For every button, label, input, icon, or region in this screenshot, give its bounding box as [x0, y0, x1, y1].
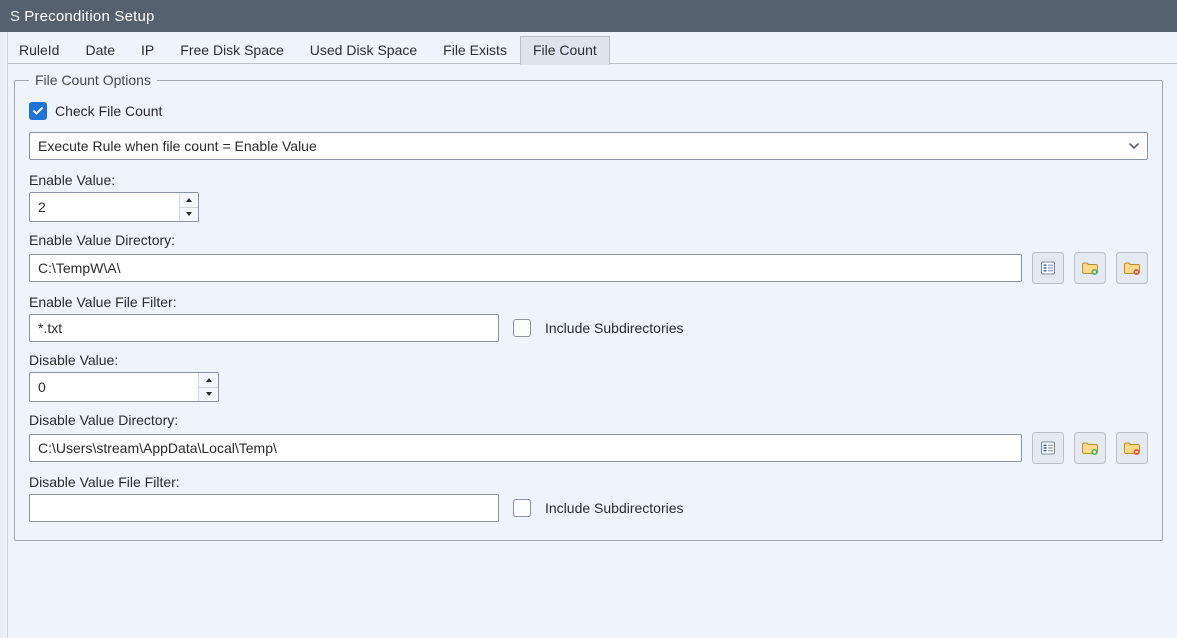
disable-dir-folder-remove-button[interactable] [1116, 432, 1148, 464]
enable-value-block: Enable Value: [29, 172, 1148, 222]
enable-value-stepper[interactable] [29, 192, 199, 222]
disable-value-spin-buttons [198, 373, 218, 401]
folder-remove-icon [1123, 440, 1141, 456]
tab-label: File Count [533, 42, 597, 58]
disable-dir-block: Disable Value Directory: [29, 412, 1148, 464]
disable-filter-block: Disable Value File Filter: Include Subdi… [29, 474, 1148, 522]
tab-label: Free Disk Space [180, 42, 283, 58]
disable-include-sub-checkbox[interactable] [513, 499, 531, 517]
tab-label: RuleId [19, 42, 59, 58]
window: S Precondition Setup RuleId Date IP Free Di… [0, 0, 1177, 638]
tab-ip[interactable]: IP [128, 36, 167, 64]
tab-date[interactable]: Date [72, 36, 128, 64]
titlebar-cut-glyph: S [10, 8, 20, 25]
disable-value-spin-down[interactable] [199, 388, 218, 402]
enable-filter-row: Include Subdirectories [29, 314, 1148, 342]
check-file-count-label: Check File Count [55, 103, 162, 119]
disable-dir-label: Disable Value Directory: [29, 412, 1148, 428]
tab-file-count[interactable]: File Count [520, 36, 610, 65]
disable-dir-row [29, 432, 1148, 464]
disable-value-label: Disable Value: [29, 352, 1148, 368]
enable-value-spin-up[interactable] [180, 193, 198, 208]
enable-filter-block: Enable Value File Filter: Include Subdir… [29, 294, 1148, 342]
list-icon [1040, 260, 1056, 276]
content-area: File Count Options Check File Count Enab… [0, 64, 1177, 638]
rule-select-wrap [29, 132, 1148, 160]
disable-value-spin-up[interactable] [199, 373, 218, 388]
enable-dir-folder-add-button[interactable] [1074, 252, 1106, 284]
window-title: Precondition Setup [24, 8, 154, 25]
enable-include-sub-checkbox[interactable] [513, 319, 531, 337]
tab-free-disk-space[interactable]: Free Disk Space [167, 36, 296, 64]
folder-remove-icon [1123, 260, 1141, 276]
enable-include-sub-label: Include Subdirectories [545, 320, 684, 336]
enable-value-input[interactable] [30, 193, 179, 221]
tab-ruleid[interactable]: RuleId [6, 36, 72, 64]
tab-label: Used Disk Space [310, 42, 417, 58]
enable-value-spin-buttons [179, 193, 198, 221]
enable-dir-row [29, 252, 1148, 284]
enable-value-label: Enable Value: [29, 172, 1148, 188]
tabs-bar: RuleId Date IP Free Disk Space Used Disk Spa… [0, 32, 1177, 64]
disable-value-stepper[interactable] [29, 372, 219, 402]
check-file-count-row: Check File Count [29, 102, 1148, 120]
disable-value-input[interactable] [30, 373, 198, 401]
disable-dir-folder-add-button[interactable] [1074, 432, 1106, 464]
disable-dir-input[interactable] [29, 434, 1022, 462]
disable-dir-browse-list-button[interactable] [1032, 432, 1064, 464]
disable-filter-input[interactable] [29, 494, 499, 522]
enable-dir-block: Enable Value Directory: [29, 232, 1148, 284]
enable-dir-browse-list-button[interactable] [1032, 252, 1064, 284]
tab-file-exists[interactable]: File Exists [430, 36, 520, 64]
tab-label: Date [85, 42, 115, 58]
enable-dir-folder-remove-button[interactable] [1116, 252, 1148, 284]
tab-label: File Exists [443, 42, 507, 58]
tab-label: IP [141, 42, 154, 58]
disable-filter-row: Include Subdirectories [29, 494, 1148, 522]
disable-include-sub-label: Include Subdirectories [545, 500, 684, 516]
disable-filter-label: Disable Value File Filter: [29, 474, 1148, 490]
group-legend: File Count Options [29, 72, 157, 88]
enable-filter-label: Enable Value File Filter: [29, 294, 1148, 310]
titlebar: S Precondition Setup [0, 0, 1177, 32]
tab-used-disk-space[interactable]: Used Disk Space [297, 36, 430, 64]
disable-value-block: Disable Value: [29, 352, 1148, 402]
enable-dir-label: Enable Value Directory: [29, 232, 1148, 248]
folder-add-icon [1081, 440, 1099, 456]
check-file-count-checkbox[interactable] [29, 102, 47, 120]
enable-dir-input[interactable] [29, 254, 1022, 282]
list-icon [1040, 440, 1056, 456]
folder-add-icon [1081, 260, 1099, 276]
rule-select[interactable] [29, 132, 1148, 160]
enable-filter-input[interactable] [29, 314, 499, 342]
file-count-options-group: File Count Options Check File Count Enab… [14, 72, 1163, 541]
enable-value-spin-down[interactable] [180, 208, 198, 222]
